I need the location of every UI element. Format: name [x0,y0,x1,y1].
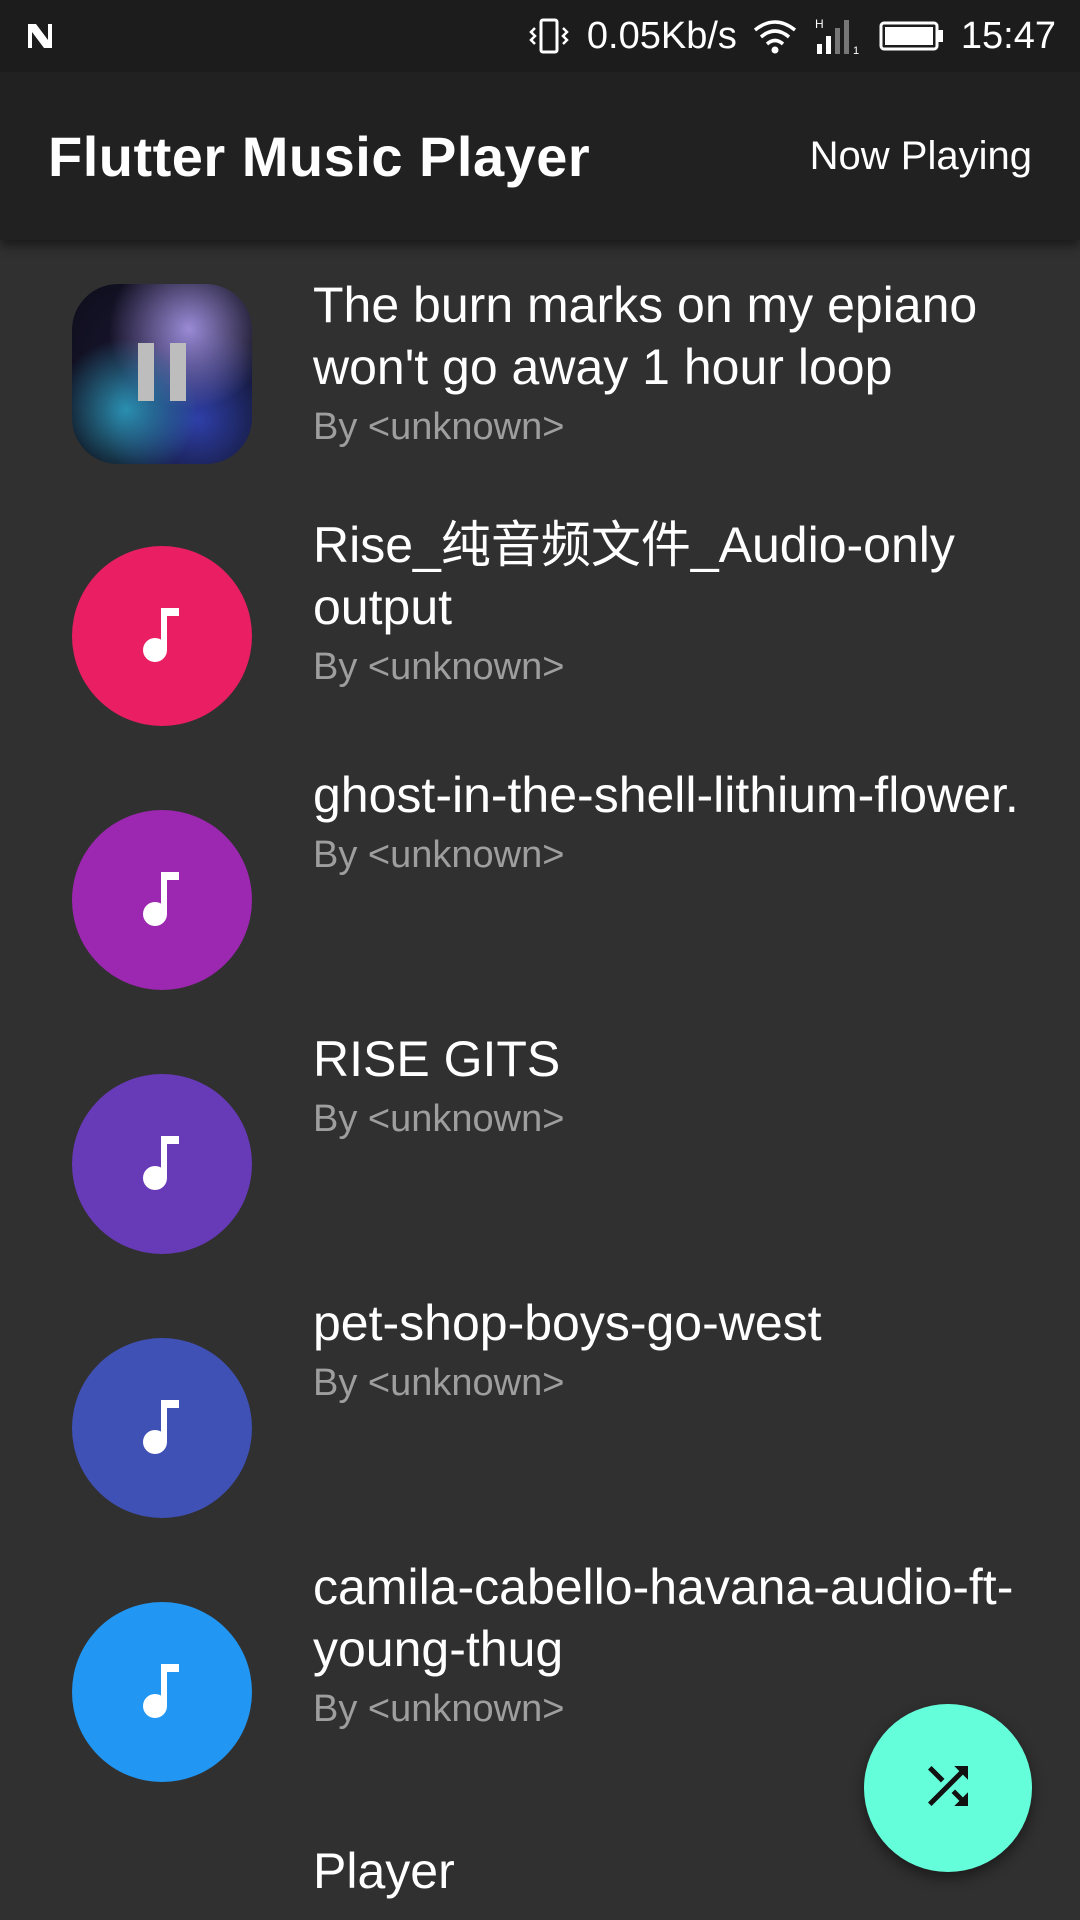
song-item[interactable]: Rise_纯音频文件_Audio-only output By <unknown… [0,517,1080,760]
battery-icon [879,19,945,53]
song-artist: By <unknown> [313,406,565,448]
clock: 15:47 [960,14,1056,57]
shuffle-button[interactable] [864,1704,1032,1872]
song-list[interactable]: The burn marks on my epiano won't go awa… [0,240,1080,1920]
music-note-icon [137,1132,187,1197]
music-note-icon [137,1660,187,1725]
shuffle-icon [918,1756,978,1821]
album-art [72,284,252,464]
song-item[interactable]: RISE GITS By <unknown> [0,1031,1080,1288]
song-artist: By <unknown> [313,1362,565,1404]
song-avatar [72,1074,252,1254]
music-note-icon [137,604,187,669]
now-playing-button[interactable]: Now Playing [810,134,1032,179]
pause-icon [132,339,192,410]
song-title: The burn marks on my epiano won't go awa… [313,277,978,395]
song-title: camila-cabello-havana-audio-ft-young-thu… [313,1559,1014,1677]
song-item-playing[interactable]: The burn marks on my epiano won't go awa… [0,264,1080,494]
song-artist: By <unknown> [313,646,565,688]
notification-n-icon [24,20,56,52]
app-title: Flutter Music Player [48,124,591,188]
song-title: pet-shop-boys-go-west [313,1295,822,1351]
song-item[interactable]: ghost-in-the-shell-lithium-flower. By <u… [0,767,1080,1024]
song-title: RISE GITS [313,1031,561,1087]
network-speed: 0.05Kb/s [586,14,737,57]
song-title: Rise_纯音频文件_Audio-only output [313,517,955,635]
song-avatar [72,546,252,726]
signal-icon: H 1 [813,16,863,56]
app-bar: Flutter Music Player Now Playing [0,72,1080,240]
song-avatar [72,1338,252,1518]
music-note-icon [137,868,187,933]
song-item[interactable]: pet-shop-boys-go-west By <unknown> [0,1295,1080,1552]
screen: 0.05Kb/s H 1 15:47 Flutter Music Player … [0,0,1080,1920]
song-artist: By <unknown> [313,1098,565,1140]
song-avatar [72,1602,252,1782]
svg-text:H: H [815,17,824,31]
wifi-icon [753,18,797,54]
vibrate-icon [527,16,571,56]
status-bar: 0.05Kb/s H 1 15:47 [0,0,1080,72]
svg-text:1: 1 [853,45,859,56]
song-title: ghost-in-the-shell-lithium-flower. [313,767,1019,823]
song-artist: By <unknown> [313,834,565,876]
song-avatar [72,810,252,990]
music-note-icon [137,1396,187,1461]
